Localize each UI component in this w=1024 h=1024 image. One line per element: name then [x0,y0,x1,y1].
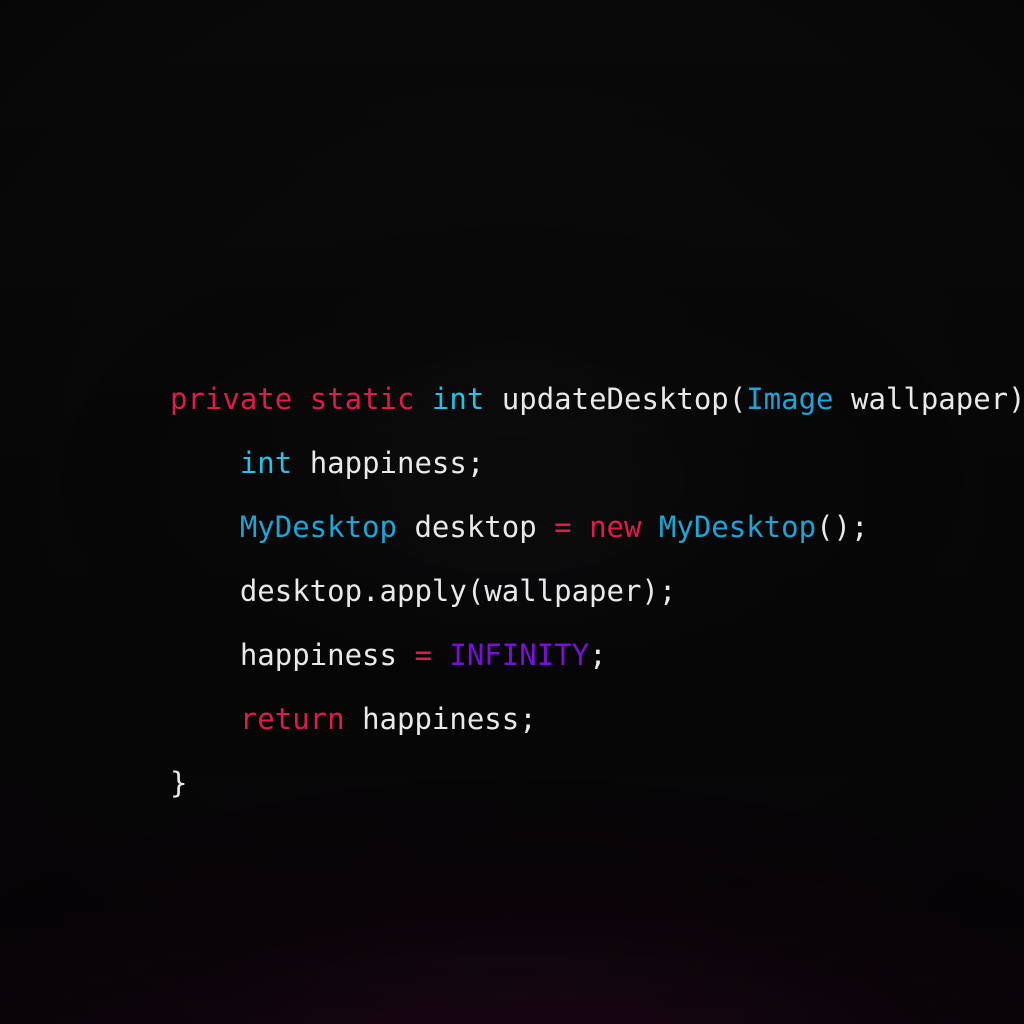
code-token-plain: wallpaper){ [833,382,1024,416]
code-token-plain: (); [816,510,869,544]
code-token-keyword: new [589,510,642,544]
code-token-plain: happiness; [344,702,537,736]
code-token-plain: } [170,766,188,800]
code-token-class-name: Image [746,382,834,416]
code-token-plain: updateDesktop( [484,382,747,416]
code-line: } [170,767,1024,799]
desktop-wallpaper: private static int updateDesktop(Image w… [0,0,1024,1024]
code-token-keyword: static [309,382,415,416]
code-token-primitive-type: int [239,446,293,480]
code-line: private static int updateDesktop(Image w… [170,383,1024,415]
code-token-plain: desktop.apply(wallpaper); [239,574,677,608]
code-token-primitive-type: int [431,382,485,416]
code-token-operator: = [554,510,572,544]
code-token-keyword: return [239,702,345,736]
code-token-class-name: MyDesktop [239,510,397,544]
code-token-operator: = [414,638,432,672]
code-token-plain: ; [589,638,607,672]
code-token-plain: desktop [396,510,555,544]
code-snippet: private static int updateDesktop(Image w… [170,383,1024,799]
code-token-plain: happiness [239,638,415,672]
code-token-plain: happiness; [292,446,485,480]
code-token-keyword: private [170,382,293,416]
code-token-class-name: MyDesktop [658,510,817,544]
code-line: MyDesktop desktop = new MyDesktop(); [170,511,1024,543]
code-line: return happiness; [170,703,1024,735]
code-line: desktop.apply(wallpaper); [170,575,1024,607]
code-token-constant: INFINITY [449,638,590,672]
code-line: happiness = INFINITY; [170,639,1024,671]
code-line: int happiness; [170,447,1024,479]
